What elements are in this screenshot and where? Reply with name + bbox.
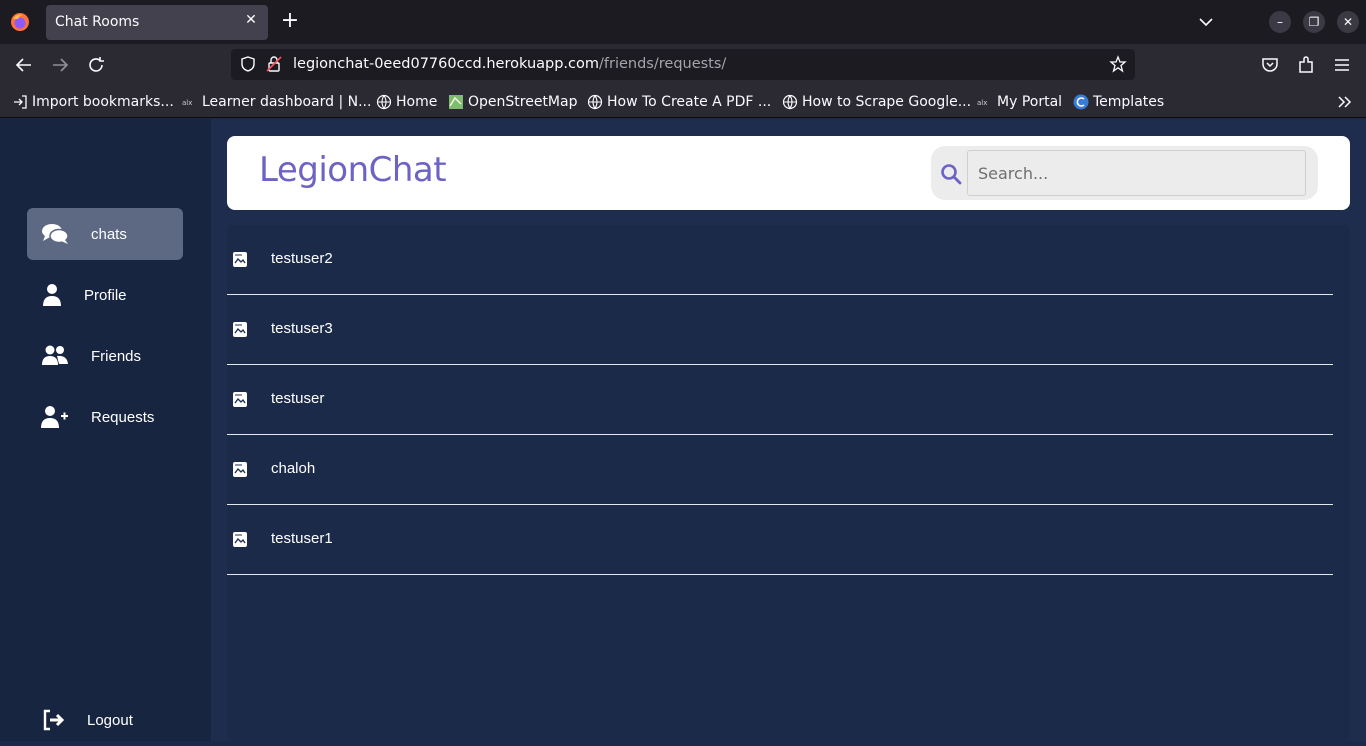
bookmark-scrape-google[interactable]: How to Scrape Google... — [782, 93, 971, 111]
requester-name[interactable]: chaloh — [271, 460, 315, 477]
main-content: LegionChat testuser2 — [211, 119, 1366, 741]
requester-name[interactable]: testuser3 — [271, 320, 333, 337]
reload-icon[interactable] — [85, 54, 107, 76]
app-container: chats Profile Friends Requests Logout Le… — [0, 119, 1366, 741]
bookmark-home[interactable]: Home — [376, 93, 437, 111]
list-item[interactable]: testuser2 — [227, 225, 1333, 295]
broken-image-avatar-icon — [233, 462, 247, 477]
search-icon[interactable] — [939, 162, 963, 186]
pocket-icon[interactable] — [1259, 54, 1281, 76]
sidebar-item-label: Requests — [91, 408, 155, 426]
url-bar[interactable]: legionchat-0eed07760ccd.herokuapp.com/fr… — [231, 49, 1135, 80]
bookmark-templates[interactable]: Templates — [1073, 93, 1164, 111]
url-host: legionchat-0eed07760ccd.herokuapp.com — [293, 56, 600, 72]
import-icon — [14, 95, 27, 109]
sidebar: chats Profile Friends Requests Logout — [0, 119, 211, 741]
broken-image-avatar-icon — [233, 392, 247, 407]
logout-button[interactable]: Logout — [27, 694, 183, 746]
broken-image-avatar-icon — [233, 532, 247, 547]
sidebar-item-chats[interactable]: chats — [27, 208, 183, 260]
logout-label: Logout — [87, 711, 133, 729]
chat-bubbles-icon — [42, 224, 69, 244]
svg-text:alx: alx — [977, 99, 987, 107]
globe-icon — [376, 94, 392, 110]
list-item[interactable]: testuser3 — [227, 295, 1333, 365]
sidebar-item-friends[interactable]: Friends — [27, 330, 183, 382]
users-icon — [42, 345, 68, 365]
broken-image-avatar-icon — [233, 322, 247, 337]
close-window-icon[interactable]: ✕ — [1337, 11, 1359, 33]
bookmark-label: My Portal — [997, 94, 1063, 110]
alx-icon: alx — [977, 99, 987, 107]
browser-tab-bar: Chat Rooms ✕ + – ❐ ✕ — [0, 0, 1366, 44]
bookmark-label: OpenStreetMap — [468, 94, 578, 110]
canva-icon — [1073, 94, 1089, 110]
bookmark-label: How to Scrape Google... — [802, 94, 972, 110]
new-tab-plus-icon[interactable]: + — [279, 10, 301, 32]
map-icon — [449, 95, 463, 109]
tab-title: Chat Rooms — [55, 14, 140, 30]
tracking-protection-shield-icon[interactable] — [239, 55, 257, 73]
minimize-window-icon[interactable]: – — [1269, 11, 1291, 33]
browser-nav-bar: legionchat-0eed07760ccd.herokuapp.com/fr… — [0, 44, 1366, 86]
svg-text:alx: alx — [182, 99, 192, 107]
bookmark-label: Learner dashboard | N... — [202, 94, 372, 110]
user-plus-icon — [41, 406, 68, 428]
sidebar-item-label: Profile — [84, 286, 127, 304]
list-item[interactable]: testuser1 — [227, 505, 1333, 575]
list-item[interactable]: chaloh — [227, 435, 1333, 505]
more-bookmarks-chevron-icon[interactable] — [1336, 93, 1354, 111]
globe-icon — [587, 94, 603, 110]
url-path: /friends/requests/ — [599, 56, 727, 72]
bookmark-learner-dashboard[interactable]: alx Learner dashboard | N... — [182, 93, 371, 111]
requester-name[interactable]: testuser — [271, 390, 324, 407]
bookmark-label: Templates — [1093, 94, 1165, 110]
requester-name[interactable]: testuser2 — [271, 250, 333, 267]
extensions-puzzle-icon[interactable] — [1295, 54, 1317, 76]
bookmark-import[interactable]: Import bookmarks... — [12, 93, 174, 111]
user-icon — [43, 284, 61, 306]
bookmark-label: How To Create A PDF ... — [607, 94, 772, 110]
app-header: LegionChat — [227, 136, 1350, 210]
search-input[interactable] — [967, 150, 1306, 196]
globe-icon — [782, 94, 798, 110]
bookmark-openstreetmap[interactable]: OpenStreetMap — [448, 93, 577, 111]
bookmark-create-pdf[interactable]: How To Create A PDF ... — [587, 93, 771, 111]
brand-logo-text[interactable]: LegionChat — [259, 150, 447, 190]
requester-name[interactable]: testuser1 — [271, 530, 333, 547]
logout-icon — [43, 709, 65, 731]
list-all-tabs-chevron-icon[interactable] — [1196, 12, 1216, 32]
bookmark-star-icon[interactable] — [1109, 55, 1127, 73]
hamburger-menu-icon[interactable] — [1331, 54, 1353, 76]
browser-tab-active[interactable]: Chat Rooms ✕ — [46, 5, 268, 40]
search-box — [931, 146, 1318, 200]
url-text[interactable]: legionchat-0eed07760ccd.herokuapp.com/fr… — [293, 56, 726, 72]
restore-window-icon[interactable]: ❐ — [1303, 11, 1325, 33]
broken-image-avatar-icon — [233, 252, 247, 267]
tab-close-icon[interactable]: ✕ — [242, 11, 260, 29]
sidebar-item-label: chats — [91, 225, 127, 243]
list-item[interactable]: testuser — [227, 365, 1333, 435]
bookmark-label: Home — [396, 94, 438, 110]
sidebar-item-requests[interactable]: Requests — [27, 391, 183, 443]
alx-icon: alx — [182, 99, 192, 107]
bookmark-my-portal[interactable]: alx My Portal — [977, 93, 1062, 111]
bookmark-label: Import bookmarks... — [32, 94, 174, 110]
friend-requests-list: testuser2 testuser3 testuser chaloh test… — [227, 225, 1350, 741]
insecure-lock-icon[interactable] — [265, 55, 283, 73]
bookmarks-toolbar: Import bookmarks... alx Learner dashboar… — [0, 86, 1366, 118]
firefox-logo-icon[interactable] — [9, 11, 31, 33]
back-arrow-icon[interactable] — [13, 54, 35, 76]
forward-arrow-icon[interactable] — [49, 54, 71, 76]
sidebar-item-profile[interactable]: Profile — [27, 269, 183, 321]
sidebar-item-label: Friends — [91, 347, 142, 365]
